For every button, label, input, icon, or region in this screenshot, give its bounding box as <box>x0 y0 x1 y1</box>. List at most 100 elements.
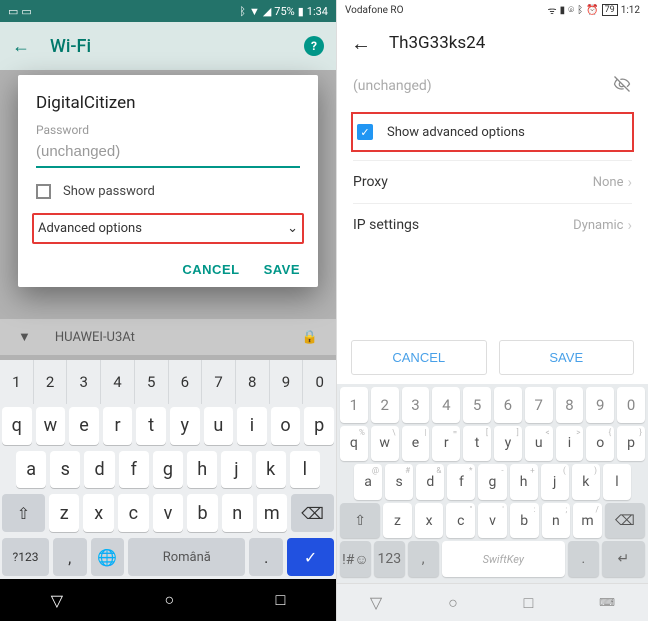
key-v[interactable]: v' <box>478 503 507 539</box>
period-key[interactable]: . <box>568 541 599 577</box>
show-advanced-row[interactable]: ✓ Show advanced options <box>351 112 634 152</box>
key-g[interactable]: g- <box>478 464 506 500</box>
home-nav-icon[interactable]: ○ <box>164 590 174 610</box>
shift-key[interactable]: ⇧ <box>2 494 45 532</box>
shift-key[interactable]: ⇧ <box>340 503 380 539</box>
recents-nav-icon[interactable]: □ <box>276 590 286 610</box>
key-w[interactable]: w <box>36 407 66 445</box>
key-p[interactable]: p} <box>617 426 645 462</box>
show-password-row[interactable]: Show password <box>36 184 300 199</box>
enter-key[interactable]: ✓ <box>287 538 334 576</box>
key-u[interactable]: u< <box>525 426 553 462</box>
advanced-options-toggle[interactable]: Advanced options ⌄ <box>32 213 304 244</box>
spacebar-key[interactable]: SwiftKey <box>442 541 565 577</box>
key-o[interactable]: o <box>271 407 301 445</box>
key-e[interactable]: e <box>69 407 99 445</box>
key-k[interactable]: k <box>256 451 286 489</box>
wifi-network-row[interactable]: ▼ HUAWEI-U3At 🔒 <box>0 319 336 355</box>
key-r[interactable]: r <box>103 407 133 445</box>
key-q[interactable]: q% <box>340 426 368 462</box>
save-button[interactable]: SAVE <box>499 340 635 375</box>
ip-settings-row[interactable]: IP settings Dynamic › <box>353 203 632 246</box>
key-k[interactable]: k) <box>572 464 600 500</box>
backspace-key[interactable]: ⌫ <box>291 494 334 532</box>
key-2[interactable]: 2 <box>371 387 399 423</box>
key-0[interactable]: 0 <box>617 387 645 423</box>
key-r[interactable]: r= <box>432 426 460 462</box>
key-4[interactable]: 4 <box>432 387 460 423</box>
cancel-button[interactable]: CANCEL <box>182 262 239 277</box>
checkbox-checked-icon[interactable]: ✓ <box>357 124 373 140</box>
key-a[interactable]: a@ <box>354 464 382 500</box>
key-j[interactable]: j <box>221 451 251 489</box>
key-m[interactable]: m/ <box>573 503 602 539</box>
key-z[interactable]: z <box>383 503 412 539</box>
key-1[interactable]: 1 <box>340 387 368 423</box>
home-nav-icon[interactable]: ○ <box>448 593 458 613</box>
key-e[interactable]: e| <box>402 426 430 462</box>
key-z[interactable]: z <box>49 494 80 532</box>
save-button[interactable]: SAVE <box>264 262 300 277</box>
key-a[interactable]: a <box>16 451 46 489</box>
key-3[interactable]: 3 <box>67 360 101 404</box>
key-6[interactable]: 6 <box>169 360 203 404</box>
key-4[interactable]: 4 <box>101 360 135 404</box>
key-c[interactable]: c <box>118 494 149 532</box>
key-x[interactable]: x <box>415 503 444 539</box>
number-toggle-key[interactable]: 123 <box>374 541 405 577</box>
key-3[interactable]: 3 <box>402 387 430 423</box>
proxy-row[interactable]: Proxy None › <box>353 160 632 203</box>
key-5[interactable]: 5 <box>135 360 169 404</box>
keyboard-hide-icon[interactable]: ⌨ <box>599 596 615 609</box>
key-s[interactable]: s <box>50 451 80 489</box>
key-7[interactable]: 7 <box>202 360 236 404</box>
key-f[interactable]: f <box>119 451 149 489</box>
password-row[interactable]: (unchanged) <box>353 66 632 110</box>
key-d[interactable]: d& <box>416 464 444 500</box>
key-7[interactable]: 7 <box>525 387 553 423</box>
key-f[interactable]: f* <box>447 464 475 500</box>
key-y[interactable]: y <box>170 407 200 445</box>
period-key[interactable]: . <box>249 538 283 576</box>
back-nav-icon[interactable]: ▽ <box>51 591 63 610</box>
symbols-key[interactable]: !#☺ <box>340 541 371 577</box>
key-c[interactable]: c" <box>446 503 475 539</box>
key-2[interactable]: 2 <box>34 360 68 404</box>
key-l[interactable]: l <box>603 464 631 500</box>
keyboard[interactable]: 1234567890 q%w\e|r=t[y]u<i>o{p} a@s#d&f*… <box>337 384 648 583</box>
key-8[interactable]: 8 <box>236 360 270 404</box>
recents-nav-icon[interactable]: □ <box>524 593 534 613</box>
key-j[interactable]: j( <box>541 464 569 500</box>
backspace-key[interactable]: ⌫ <box>605 503 645 539</box>
key-d[interactable]: d <box>84 451 114 489</box>
key-u[interactable]: u <box>204 407 234 445</box>
help-icon[interactable]: ? <box>304 36 324 56</box>
key-g[interactable]: g <box>153 451 183 489</box>
comma-key[interactable]: , <box>53 538 87 576</box>
key-i[interactable]: i> <box>556 426 584 462</box>
key-h[interactable]: h+ <box>510 464 538 500</box>
globe-key[interactable]: 🌐 <box>91 538 125 576</box>
back-arrow-icon[interactable]: ← <box>351 31 371 56</box>
key-m[interactable]: m <box>257 494 288 532</box>
key-5[interactable]: 5 <box>463 387 491 423</box>
key-8[interactable]: 8 <box>556 387 584 423</box>
key-1[interactable]: 1 <box>0 360 34 404</box>
key-s[interactable]: s# <box>385 464 413 500</box>
checkbox-unchecked-icon[interactable] <box>36 184 51 199</box>
key-0[interactable]: 0 <box>303 360 336 404</box>
key-b[interactable]: b: <box>510 503 539 539</box>
key-l[interactable]: l <box>290 451 320 489</box>
password-input[interactable] <box>36 139 300 168</box>
key-v[interactable]: v <box>153 494 184 532</box>
eye-off-icon[interactable] <box>612 74 632 98</box>
symbols-key[interactable]: ?123 <box>2 538 49 576</box>
key-w[interactable]: w\ <box>371 426 399 462</box>
cancel-button[interactable]: CANCEL <box>351 340 487 375</box>
comma-key[interactable]: , <box>408 541 439 577</box>
key-y[interactable]: y] <box>494 426 522 462</box>
key-h[interactable]: h <box>187 451 217 489</box>
back-arrow-icon[interactable]: ← <box>12 36 30 57</box>
key-t[interactable]: t <box>136 407 166 445</box>
spacebar-key[interactable]: Română <box>128 538 245 576</box>
